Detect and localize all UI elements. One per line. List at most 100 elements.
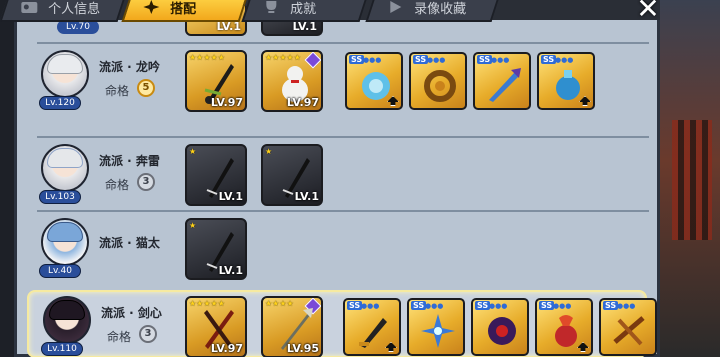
tab-loadout[interactable]: 搭配	[121, 0, 249, 22]
star-rating-icon: ★★★★★	[189, 299, 225, 308]
character-row-maotai[interactable]: Lv.40 流派 · 猫太 ★ LV.1	[27, 214, 647, 282]
ring-icon	[424, 70, 456, 102]
level-badge: Lv.103	[39, 190, 81, 204]
upgrade-dots-icon: ●●●	[491, 56, 510, 64]
card-level: LV.97	[210, 342, 243, 355]
tab-achievements[interactable]: 成就	[241, 0, 369, 22]
equipment-slot[interactable]: SS ●●●	[407, 298, 465, 356]
style-name: 流派 · 奔雷	[99, 154, 160, 168]
avatar	[41, 218, 89, 266]
shuriken-icon	[143, 0, 160, 14]
grade-badge: SS	[541, 55, 557, 64]
equipment-slot[interactable]: SS ●●●	[537, 52, 595, 110]
upgrade-dots-icon: ●●●	[555, 56, 574, 64]
profile-icon	[21, 2, 38, 13]
fate-badge: 5	[137, 79, 155, 97]
star-rating-icon: ★★★★★	[189, 53, 225, 62]
avatar	[41, 144, 89, 192]
grade-badge: SS	[539, 301, 555, 310]
orb-icon	[488, 317, 516, 345]
avatar	[43, 296, 91, 344]
grade-badge: SS	[603, 301, 619, 310]
equipment-slot[interactable]: SS ●●●	[599, 298, 657, 356]
grade-badge: SS	[411, 301, 427, 310]
level-badge: Lv.40	[39, 264, 81, 278]
style-name: 流派 · 龙吟	[99, 60, 160, 74]
dagger-icon	[359, 318, 387, 348]
card-level: LV.97	[210, 96, 243, 109]
close-icon[interactable]: ✕	[630, 0, 666, 26]
loadout-panel: Lv.70 LV.1 LV.1 Lv.120 流派 · 龙吟 命格 5 ★★★★…	[14, 6, 660, 357]
upgrade-dots-icon: ●●●	[427, 56, 446, 64]
upgrade-dots-icon: ●●●	[363, 56, 382, 64]
fate-badge: 3	[137, 173, 155, 191]
jade-charm-icon	[362, 72, 390, 100]
play-icon	[390, 1, 402, 13]
shuriken-icon	[421, 314, 455, 348]
style-name: 流派 · 猫太	[99, 236, 160, 250]
upgrade-dots-icon: ●●●	[489, 302, 508, 310]
flame-vase-icon	[555, 315, 577, 347]
style-card[interactable]: ★★★★★ LV.97	[185, 296, 247, 357]
equipment-slot[interactable]: SS ●●●	[409, 52, 467, 110]
star-rating-icon: ★	[189, 147, 197, 156]
style-card[interactable]: ★★★★ LV.95	[261, 296, 323, 357]
fate-label: 命格	[107, 330, 132, 344]
tab-label: 录像收藏	[414, 1, 467, 17]
upgrade-dots-icon: ●●●	[361, 302, 380, 310]
equipment-slot[interactable]: SS ●●●	[345, 52, 403, 110]
trophy-icon	[266, 1, 277, 13]
avatar	[41, 50, 89, 98]
style-card[interactable]: ★ LV.1	[261, 144, 323, 206]
upgrade-dots-icon: ●●●	[553, 302, 572, 310]
upgrade-dots-icon: ●●●	[425, 302, 444, 310]
grade-badge: SS	[475, 301, 491, 310]
fate-badge: 3	[139, 325, 157, 343]
card-level: LV.97	[286, 96, 319, 109]
card-level: LV.1	[218, 190, 243, 203]
tab-replays[interactable]: 录像收藏	[365, 0, 501, 22]
tab-label: 个人信息	[48, 1, 101, 17]
style-name: 流派 · 剑心	[101, 306, 162, 320]
style-card[interactable]: ★ LV.1	[185, 144, 247, 206]
star-rating-icon: ★	[189, 221, 197, 230]
grade-badge: SS	[347, 301, 363, 310]
grade-badge: SS	[413, 55, 429, 64]
character-row-jianxin[interactable]: Lv.110 流派 · 剑心 命格 3 ★★★★★ LV.97 ★★★★ LV.…	[27, 290, 657, 357]
style-card[interactable]: ★★★★★ LV.97	[261, 50, 323, 112]
feather-dart-icon	[489, 68, 521, 102]
card-level: LV.1	[294, 190, 319, 203]
grade-badge: SS	[477, 55, 493, 64]
potion-icon	[556, 70, 580, 100]
background-left	[0, 0, 14, 357]
equipment-slot[interactable]: SS ●●●	[471, 298, 529, 356]
background-scene	[660, 0, 720, 357]
row-divider	[37, 42, 649, 44]
partial-row-top[interactable]: Lv.70 LV.1 LV.1	[27, 6, 647, 44]
row-divider	[37, 136, 649, 138]
tab-label: 搭配	[170, 1, 197, 17]
upgrade-dots-icon: ●●●	[617, 302, 636, 310]
crossbow-icon	[613, 316, 645, 346]
character-row-benlei[interactable]: Lv.103 流派 · 奔雷 命格 3 ★ LV.1 ★ LV.1	[27, 140, 647, 208]
fate-label: 命格	[105, 178, 130, 192]
star-rating-icon: ★	[265, 147, 273, 156]
tab-profile[interactable]: 个人信息	[0, 0, 127, 22]
character-row-longyin[interactable]: Lv.120 流派 · 龙吟 命格 5 ★★★★★ LV.97 ★★★★★ LV…	[27, 46, 647, 114]
row-divider	[37, 210, 649, 212]
style-card[interactable]: ★ LV.1	[185, 218, 247, 280]
fate-label: 命格	[105, 84, 130, 98]
equipment-slot[interactable]: SS ●●●	[343, 298, 401, 356]
style-card[interactable]: ★★★★★ LV.97	[185, 50, 247, 112]
equipment-slot[interactable]: SS ●●●	[473, 52, 531, 110]
tab-bar: 个人信息 搭配 成就 录像收藏 ✕	[0, 0, 660, 23]
tab-label: 成就	[290, 1, 317, 17]
equipment-slot[interactable]: SS ●●●	[535, 298, 593, 356]
star-rating-icon: ★★★★★	[265, 53, 301, 62]
card-level: LV.1	[218, 264, 243, 277]
level-badge: Lv.110	[41, 342, 83, 356]
panel-content: Lv.70 LV.1 LV.1 Lv.120 流派 · 龙吟 命格 5 ★★★★…	[27, 6, 657, 357]
star-rating-icon: ★★★★	[265, 299, 294, 308]
card-level: LV.95	[286, 342, 319, 355]
grade-badge: SS	[349, 55, 365, 64]
